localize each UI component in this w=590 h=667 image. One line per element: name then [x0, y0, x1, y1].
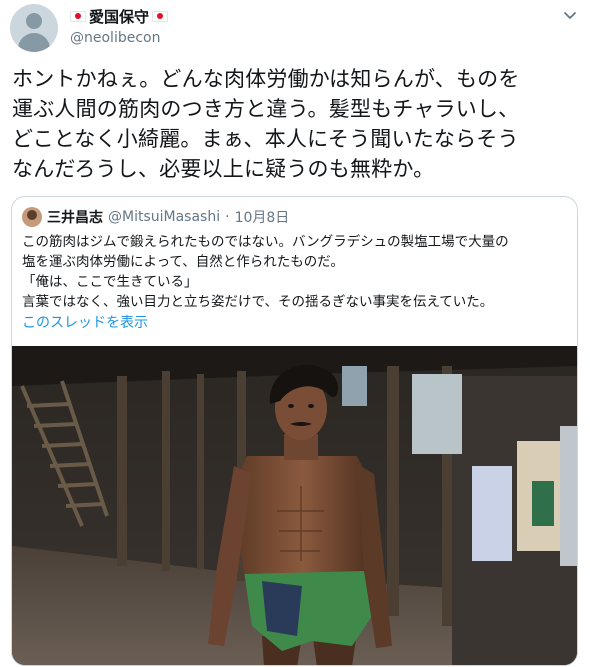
quoted-user-handle: @MitsuiMasashi	[108, 209, 221, 225]
avatar-body-shape	[18, 33, 50, 52]
quoted-text-line: 「俺は、ここで生きている」	[22, 274, 198, 290]
user-handle[interactable]: @neolibecon	[70, 30, 168, 46]
chevron-down-icon[interactable]	[562, 8, 578, 24]
separator-dot: ·	[225, 209, 230, 225]
tweet-text-line: どことなく小綺麗。まぁ、本人にそう聞いたならそう	[12, 127, 519, 151]
display-name: 愛国保守	[89, 8, 150, 26]
quoted-text-line: この筋肉はジムで鍛えられたものではない。バングラデシュの製塩工場で大量の	[22, 234, 509, 250]
quoted-tweet-date: 10月8日	[234, 210, 290, 226]
tweet: 愛国保守 @neolibecon ホントかねぇ。どんな肉体労働かは知らんが、もの…	[0, 0, 590, 667]
japan-flag-icon	[70, 11, 86, 22]
avatar-head-shape	[26, 13, 42, 29]
tweet-text-line: ホントかねぇ。どんな肉体労働かは知らんが、ものを	[12, 67, 520, 91]
quoted-text-line: 言葉ではなく、強い目力と立ち姿だけで、その揺るぎない事実を伝えていた。	[22, 294, 494, 310]
tweet-text: ホントかねぇ。どんな肉体労働かは知らんが、ものを 運ぶ人間の筋肉のつき方と違う。…	[12, 64, 578, 184]
quoted-tweet-text: この筋肉はジムで鍛えられたものではない。バングラデシュの製塩工場で大量の 塩を運…	[22, 232, 572, 312]
japan-flag-icon	[152, 11, 169, 22]
user-info: 愛国保守 @neolibecon	[70, 6, 169, 46]
user-avatar[interactable]	[10, 4, 58, 52]
quoted-text-line: 塩を運ぶ肉体労働によって、自然と作られたものだ。	[22, 254, 344, 270]
quoted-user-name: 三井昌志	[47, 210, 103, 226]
quoted-user-avatar	[22, 207, 42, 227]
quoted-tweet[interactable]: 三井昌志 @MitsuiMasashi · 10月8日 この筋肉はジムで鍛えられ…	[11, 196, 578, 666]
display-name-row[interactable]: 愛国保守	[70, 6, 169, 27]
quoted-photo[interactable]	[12, 346, 578, 666]
quoted-tweet-header: 三井昌志 @MitsuiMasashi · 10月8日	[22, 207, 289, 227]
tweet-text-line: 運ぶ人間の筋肉のつき方と違う。髪型もチャラいし、	[12, 97, 520, 121]
show-thread-link[interactable]: このスレッドを表示	[22, 312, 148, 332]
tweet-text-line: なんだろうし、必要以上に疑うのも無粋か。	[12, 157, 435, 181]
